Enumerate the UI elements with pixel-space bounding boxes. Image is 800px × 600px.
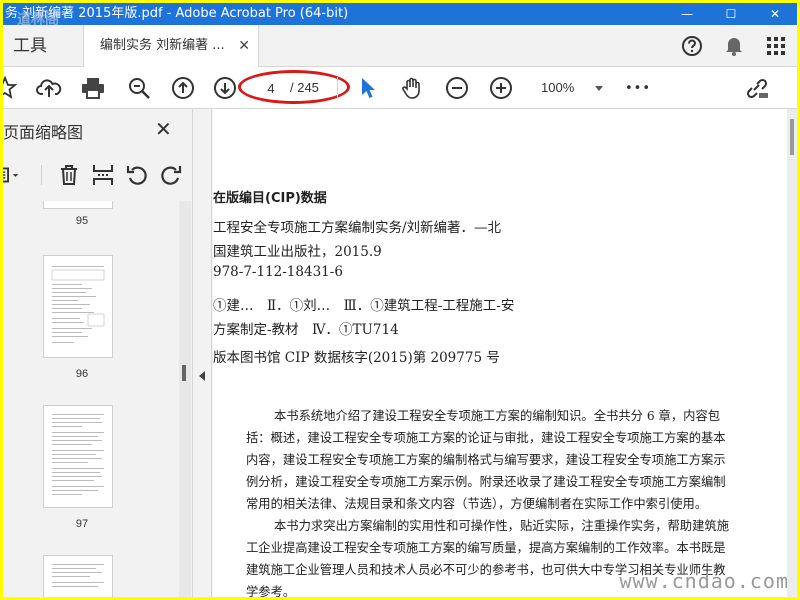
panel-title: 页面缩略图	[3, 123, 84, 142]
document-view: 在版编目(CIP)数据 工程安全专项施工方案编制实务/刘新编著．—北 国建筑工业…	[213, 109, 797, 597]
chevron-down-icon	[595, 86, 603, 91]
thumbnail-page-98[interactable]	[43, 555, 113, 597]
zoom-in-icon[interactable]	[487, 74, 515, 102]
more-tools-button[interactable]: •••	[621, 74, 655, 102]
tabrow-right-icons	[671, 25, 797, 67]
body-line: 工企业提高建设工程安全专项施工方案的编写质量，提高方案编制的工作效率。本书既是	[246, 541, 726, 555]
cip-line: 国建筑工业出版社，2015.9	[213, 244, 382, 260]
document-scrollbar[interactable]	[787, 109, 797, 597]
thumbnail-label: 96	[75, 368, 89, 380]
tab-document[interactable]: 编制实务 刘新编著 ... ✕	[83, 25, 259, 68]
body-line: 内容，建设工程安全专项施工方案的编制格式与编写要求，建设工程安全专项施工方案示	[246, 453, 726, 467]
zoom-out-icon[interactable]	[443, 74, 471, 102]
page-number-input[interactable]	[251, 77, 291, 99]
body-line: 常用的相关法律、法规目录和条文内容（节选），方便编制者在实际工作中索引使用。	[246, 497, 708, 511]
star-icon[interactable]	[3, 74, 19, 102]
panel-close-button[interactable]: ✕	[155, 117, 172, 141]
share-link-icon[interactable]	[743, 74, 771, 102]
print-icon[interactable]	[79, 74, 107, 102]
tab-close-button[interactable]: ✕	[238, 25, 250, 67]
document-scroll-thumb[interactable]	[790, 119, 794, 155]
zoom-value: 100%	[541, 80, 575, 95]
tab-tools[interactable]: 工具	[3, 25, 83, 67]
page-thumbnails-panel: 页面缩略图 ✕ 95 96 97	[3, 109, 193, 597]
thumbnail-page-96[interactable]	[43, 255, 113, 358]
panel-collapse-strip[interactable]	[194, 109, 212, 597]
body-line: 括：概述，建设工程安全专项施工方案的论证与审批，建设工程安全专项施工方案的基本	[246, 431, 726, 445]
body-line: 学参考。	[246, 585, 296, 597]
acrobat-window: 务 刘新编著 2015年版.pdf - Adobe Acrobat Pro (6…	[3, 3, 797, 597]
redo-icon[interactable]	[157, 161, 185, 189]
watermark-logo: 道林阁	[17, 12, 59, 25]
delete-icon[interactable]	[55, 161, 83, 189]
title-bar: 务 刘新编著 2015年版.pdf - Adobe Acrobat Pro (6…	[3, 3, 797, 25]
window-controls: — ☐ ✕	[665, 3, 797, 25]
page-total: / 245	[290, 80, 319, 95]
panel-scrollbar[interactable]	[179, 201, 191, 597]
body-line: 本书系统地介绍了建设工程安全专项施工方案的编制知识。全书共分 6 章，内容包	[274, 409, 721, 423]
thumbnail-page-95[interactable]	[43, 201, 113, 209]
cip-heading: 在版编目(CIP)数据	[213, 191, 327, 206]
tab-row: 工具 编制实务 刘新编著 ... ✕	[3, 25, 797, 68]
panel-scroll-thumb[interactable]	[182, 365, 186, 381]
help-icon[interactable]	[671, 25, 713, 67]
body-line: 例分析，建设工程安全专项施工方案示例。附录还收录了建设工程安全专项施工方案编制	[246, 475, 726, 489]
tab-document-label: 编制实务 刘新编著 ...	[100, 38, 225, 53]
body-line: 本书力求突出方案编制的实用性和可操作性，贴近实际，注重操作实务，帮助建筑施	[274, 519, 729, 533]
panel-toolbar	[3, 157, 193, 193]
prev-page-icon[interactable]	[169, 74, 197, 102]
cip-line: 工程安全专项施工方案编制实务/刘新编著．—北	[213, 220, 502, 236]
cip-line: 方案制定-教材 Ⅳ．①TU714	[213, 322, 399, 338]
options-menu-icon[interactable]	[3, 161, 23, 189]
thumbnail-list: 95 96 97	[3, 201, 179, 597]
site-watermark: www.cndao.com	[619, 569, 789, 593]
panel-divider	[41, 165, 42, 185]
toolbar-divider	[337, 77, 338, 99]
close-window-button[interactable]: ✕	[753, 3, 797, 25]
maximize-button[interactable]: ☐	[709, 3, 753, 25]
upload-icon[interactable]	[35, 74, 63, 102]
next-page-icon[interactable]	[211, 74, 239, 102]
insert-icon[interactable]	[89, 161, 117, 189]
select-arrow-icon[interactable]	[354, 74, 382, 102]
main-toolbar: / 245 100% •••	[3, 67, 797, 109]
cip-line: 版本图书馆 CIP 数据核字(2015)第 209775 号	[213, 350, 500, 366]
minimize-button[interactable]: —	[665, 3, 709, 25]
zoom-search-icon[interactable]	[125, 74, 153, 102]
thumbnail-label: 95	[75, 215, 89, 227]
cip-line: ①建… Ⅱ．①刘… Ⅲ．①建筑工程-工程施工-安	[213, 298, 515, 314]
undo-icon[interactable]	[123, 161, 151, 189]
collapse-arrow-icon[interactable]	[199, 371, 205, 381]
zoom-dropdown[interactable]: 100%	[535, 77, 607, 99]
hand-icon[interactable]	[398, 74, 426, 102]
thumbnail-label: 97	[75, 518, 89, 530]
cip-line: 978-7-112-18431-6	[213, 264, 343, 280]
apps-grid-icon[interactable]	[755, 25, 797, 67]
bell-icon[interactable]	[713, 25, 755, 67]
thumbnail-page-97[interactable]	[43, 405, 113, 508]
